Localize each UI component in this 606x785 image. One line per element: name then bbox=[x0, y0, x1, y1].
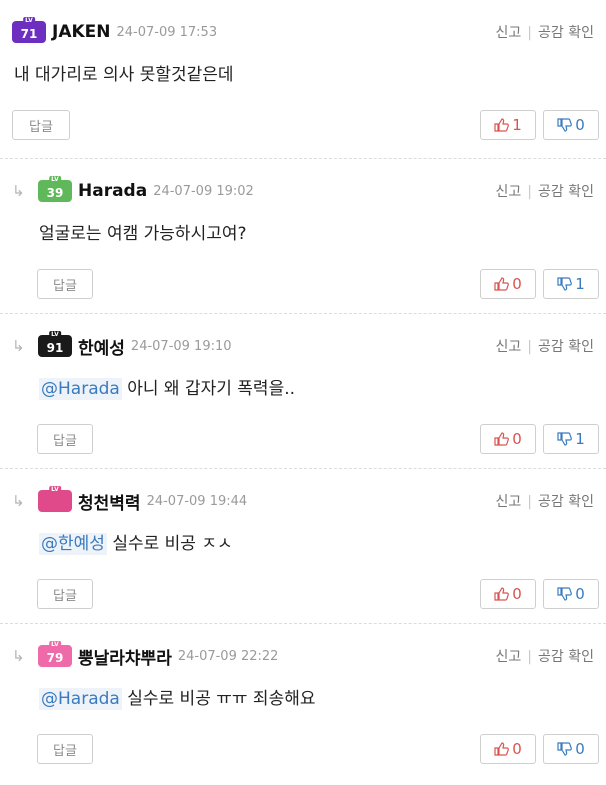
reply-button[interactable]: 답글 bbox=[37, 424, 93, 454]
thumbs-down-icon bbox=[557, 742, 573, 756]
comment-header: LV 71 JAKEN 24-07-09 17:53 신고 | 공감 확인 bbox=[12, 17, 594, 46]
like-check-link[interactable]: 공감 확인 bbox=[538, 184, 594, 200]
comment-time: 24-07-09 17:53 bbox=[116, 24, 218, 40]
upvote-count: 0 bbox=[512, 430, 522, 448]
report-link[interactable]: 신고 bbox=[496, 494, 522, 510]
report-link[interactable]: 신고 bbox=[496, 339, 522, 355]
reply-item: ↳ LV 39 Harada 24-07-09 19:02 신고 | 공감 확인 얼… bbox=[0, 158, 606, 313]
thumbs-up-icon bbox=[494, 587, 510, 601]
comment-header: ↳ LV 청천벽력 24-07-09 19:44 신고 | 공감 확인 bbox=[12, 486, 594, 515]
downvote-count: 0 bbox=[575, 740, 585, 758]
comment-body: @Harada 실수로 비공 ㅠㅠ 죄송해요 bbox=[39, 684, 316, 710]
comment-body: @Harada 아니 왜 갑자기 폭력을.. bbox=[39, 374, 296, 400]
comment-links: 신고 | 공감 확인 bbox=[495, 184, 594, 200]
thumbs-down-icon bbox=[557, 587, 573, 601]
comment-time: 24-07-09 22:22 bbox=[177, 648, 279, 664]
thumbs-up-icon bbox=[494, 277, 510, 291]
report-link[interactable]: 신고 bbox=[496, 184, 522, 200]
comment-header: ↳ LV 91 한예성 24-07-09 19:10 신고 | 공감 확인 bbox=[12, 331, 594, 360]
comment-text: 얼굴로는 여캠 가능하시고여? bbox=[39, 224, 247, 244]
level-badge-icon: LV 39 bbox=[38, 176, 72, 202]
like-check-link[interactable]: 공감 확인 bbox=[538, 494, 594, 510]
upvote-button[interactable]: 0 bbox=[480, 424, 536, 454]
comment-item: LV 71 JAKEN 24-07-09 17:53 신고 | 공감 확인 내 대가… bbox=[0, 0, 606, 158]
comment-links: 신고 | 공감 확인 bbox=[495, 494, 594, 510]
comment-body: @한예성 실수로 비공 ㅈㅅ bbox=[39, 529, 233, 555]
upvote-count: 0 bbox=[512, 275, 522, 293]
downvote-count: 0 bbox=[575, 585, 585, 603]
comment-time: 24-07-09 19:10 bbox=[130, 338, 232, 354]
comment-header: ↳ LV 39 Harada 24-07-09 19:02 신고 | 공감 확인 bbox=[12, 176, 594, 205]
reply-button[interactable]: 답글 bbox=[37, 579, 93, 609]
comment-header: ↳ LV 79 뿡날라챠뿌라 24-07-09 22:22 신고 | 공감 확인 bbox=[12, 641, 594, 670]
downvote-button[interactable]: 1 bbox=[543, 269, 599, 299]
comment-links: 신고 | 공감 확인 bbox=[495, 339, 594, 355]
comment-time: 24-07-09 19:02 bbox=[153, 183, 254, 199]
thumbs-up-icon bbox=[494, 432, 510, 446]
mention-link[interactable]: @Harada bbox=[39, 688, 122, 710]
upvote-button[interactable]: 1 bbox=[480, 110, 536, 140]
comment-body: 내 대가리로 의사 못할것같은데 bbox=[14, 60, 234, 85]
reply-button[interactable]: 답글 bbox=[37, 269, 93, 299]
reply-arrow-icon: ↳ bbox=[12, 646, 25, 665]
reply-button[interactable]: 답글 bbox=[12, 110, 70, 140]
thumbs-down-icon bbox=[557, 118, 573, 132]
comment-text: 실수로 비공 ㅈㅅ bbox=[112, 534, 233, 554]
level-badge-icon: LV bbox=[38, 486, 72, 512]
reply-arrow-icon: ↳ bbox=[12, 336, 25, 355]
author-name[interactable]: Harada bbox=[78, 181, 147, 201]
reply-arrow-icon: ↳ bbox=[12, 181, 25, 200]
level-badge-icon: LV 91 bbox=[38, 331, 72, 357]
author-name[interactable]: JAKEN bbox=[52, 22, 111, 42]
downvote-count: 0 bbox=[575, 116, 585, 134]
thumbs-up-icon bbox=[494, 118, 510, 132]
level-badge-icon: LV 79 bbox=[38, 641, 72, 667]
level-badge-icon: LV 71 bbox=[12, 17, 46, 43]
downvote-button[interactable]: 1 bbox=[543, 424, 599, 454]
author-name[interactable]: 한예성 bbox=[78, 334, 125, 359]
upvote-button[interactable]: 0 bbox=[480, 579, 536, 609]
upvote-button[interactable]: 0 bbox=[480, 734, 536, 764]
report-link[interactable]: 신고 bbox=[496, 649, 522, 665]
downvote-button[interactable]: 0 bbox=[543, 734, 599, 764]
reply-button[interactable]: 답글 bbox=[37, 734, 93, 764]
thumbs-up-icon bbox=[494, 742, 510, 756]
upvote-count: 0 bbox=[512, 585, 522, 603]
reply-item: ↳ LV 91 한예성 24-07-09 19:10 신고 | 공감 확인 @Har… bbox=[0, 313, 606, 468]
upvote-button[interactable]: 0 bbox=[480, 269, 536, 299]
comment-text: 실수로 비공 ㅠㅠ 죄송해요 bbox=[127, 689, 316, 709]
comment-time: 24-07-09 19:44 bbox=[146, 493, 248, 509]
comment-text: 내 대가리로 의사 못할것같은데 bbox=[14, 65, 234, 85]
upvote-count: 0 bbox=[512, 740, 522, 758]
reply-item: ↳ LV 청천벽력 24-07-09 19:44 신고 | 공감 확인 @한예성 실… bbox=[0, 468, 606, 623]
mention-link[interactable]: @Harada bbox=[39, 378, 122, 400]
like-check-link[interactable]: 공감 확인 bbox=[538, 649, 594, 665]
mention-link[interactable]: @한예성 bbox=[39, 533, 107, 555]
comment-text: 아니 왜 갑자기 폭력을.. bbox=[127, 379, 296, 399]
downvote-button[interactable]: 0 bbox=[543, 110, 599, 140]
upvote-count: 1 bbox=[512, 116, 522, 134]
comment-links: 신고 | 공감 확인 bbox=[495, 649, 594, 665]
reply-item: ↳ LV 79 뿡날라챠뿌라 24-07-09 22:22 신고 | 공감 확인 @… bbox=[0, 623, 606, 778]
thumbs-down-icon bbox=[557, 432, 573, 446]
like-check-link[interactable]: 공감 확인 bbox=[538, 25, 594, 41]
comment-links: 신고 | 공감 확인 bbox=[495, 25, 594, 41]
report-link[interactable]: 신고 bbox=[496, 25, 522, 41]
reply-arrow-icon: ↳ bbox=[12, 491, 25, 510]
downvote-count: 1 bbox=[575, 430, 585, 448]
comment-body: 얼굴로는 여캠 가능하시고여? bbox=[39, 219, 247, 244]
thumbs-down-icon bbox=[557, 277, 573, 291]
author-name[interactable]: 청천벽력 bbox=[78, 489, 141, 514]
downvote-button[interactable]: 0 bbox=[543, 579, 599, 609]
author-name[interactable]: 뿡날라챠뿌라 bbox=[78, 644, 172, 669]
downvote-count: 1 bbox=[575, 275, 585, 293]
like-check-link[interactable]: 공감 확인 bbox=[538, 339, 594, 355]
